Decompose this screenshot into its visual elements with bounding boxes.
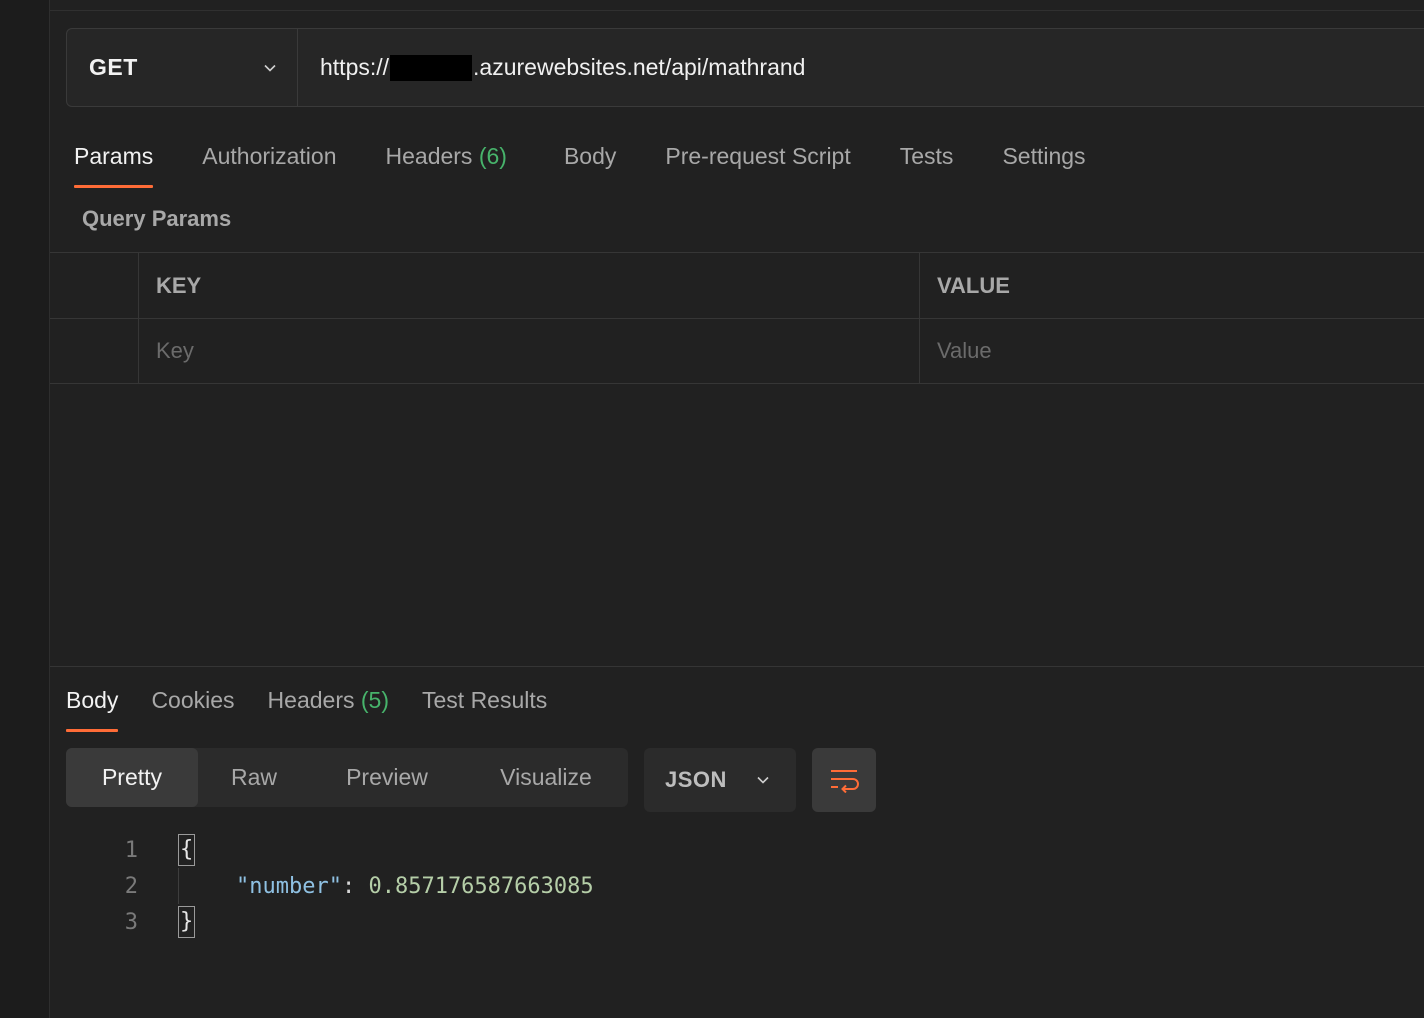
- indent-guide: [178, 868, 179, 904]
- view-mode-selector: Pretty Raw Preview Visualize: [66, 748, 628, 807]
- row-checkbox-cell: [50, 319, 139, 383]
- tab-pre-request-script[interactable]: Pre-request Script: [665, 136, 850, 188]
- line-number: 3: [124, 909, 138, 935]
- checkbox-column: [50, 253, 139, 318]
- url-input[interactable]: https:// .azurewebsites.net/api/mathrand: [298, 29, 1424, 106]
- url-suffix: .azurewebsites.net/api/mathrand: [473, 54, 806, 80]
- line-number: 2: [124, 873, 138, 899]
- method-dropdown[interactable]: GET: [67, 29, 298, 106]
- code-line: 1 {: [66, 832, 594, 868]
- tab-tests[interactable]: Tests: [900, 136, 954, 188]
- headers-count: (6): [478, 143, 507, 169]
- table-row: Key Value: [50, 318, 1424, 384]
- chevron-down-icon: [264, 64, 276, 72]
- line-number: 1: [124, 837, 138, 863]
- tab-authorization[interactable]: Authorization: [202, 136, 336, 188]
- chevron-down-icon: [757, 776, 769, 784]
- table-header-row: KEY VALUE: [50, 252, 1424, 318]
- json-value: 0.857176587663085: [368, 873, 594, 899]
- top-tab-strip: [50, 0, 1424, 11]
- key-column-header: KEY: [156, 272, 202, 298]
- tab-params[interactable]: Params: [74, 136, 154, 188]
- code-line: 2 "number": 0.857176587663085: [66, 868, 594, 904]
- format-label: JSON: [665, 767, 727, 792]
- response-tab-cookies[interactable]: Cookies: [151, 680, 234, 732]
- response-headers-count: (5): [360, 687, 389, 713]
- json-colon: :: [341, 873, 369, 899]
- value-input[interactable]: Value: [920, 319, 1424, 383]
- code-line: 3 }: [66, 904, 594, 940]
- request-bar: GET https:// .azurewebsites.net/api/math…: [66, 28, 1424, 107]
- close-brace: }: [178, 906, 196, 938]
- response-body-editor[interactable]: 1 { 2 "number": 0.857176587663085 3 }: [66, 832, 594, 940]
- format-dropdown[interactable]: JSON: [644, 748, 796, 812]
- method-label: GET: [89, 54, 138, 80]
- response-pane-divider[interactable]: [50, 666, 1424, 667]
- json-key: "number": [236, 873, 342, 899]
- left-sidebar-gutter: [0, 0, 50, 1018]
- redacted-subdomain: [390, 54, 473, 81]
- view-pretty[interactable]: Pretty: [66, 748, 198, 807]
- response-tab-test-results[interactable]: Test Results: [422, 680, 547, 732]
- key-input[interactable]: Key: [139, 319, 920, 383]
- query-params-table: KEY VALUE Key Value: [50, 252, 1424, 384]
- tab-settings[interactable]: Settings: [1002, 136, 1085, 188]
- url-prefix: https://: [320, 54, 390, 80]
- tab-body[interactable]: Body: [564, 136, 616, 188]
- request-tabs: Params Authorization Headers (6) Body Pr…: [74, 136, 1135, 188]
- view-raw[interactable]: Raw: [198, 748, 310, 807]
- response-tab-body[interactable]: Body: [66, 680, 119, 732]
- wrap-lines-icon: [831, 770, 859, 793]
- open-brace: {: [178, 834, 196, 866]
- response-tab-headers[interactable]: Headers (5): [268, 680, 389, 732]
- query-params-title: Query Params: [82, 206, 232, 231]
- value-column-header: VALUE: [937, 272, 1010, 298]
- view-preview[interactable]: Preview: [310, 748, 464, 807]
- response-tabs: Body Cookies Headers (5) Test Results: [66, 680, 580, 732]
- tab-headers[interactable]: Headers (6): [386, 136, 507, 188]
- wrap-lines-button[interactable]: [812, 748, 876, 812]
- view-visualize[interactable]: Visualize: [464, 748, 628, 807]
